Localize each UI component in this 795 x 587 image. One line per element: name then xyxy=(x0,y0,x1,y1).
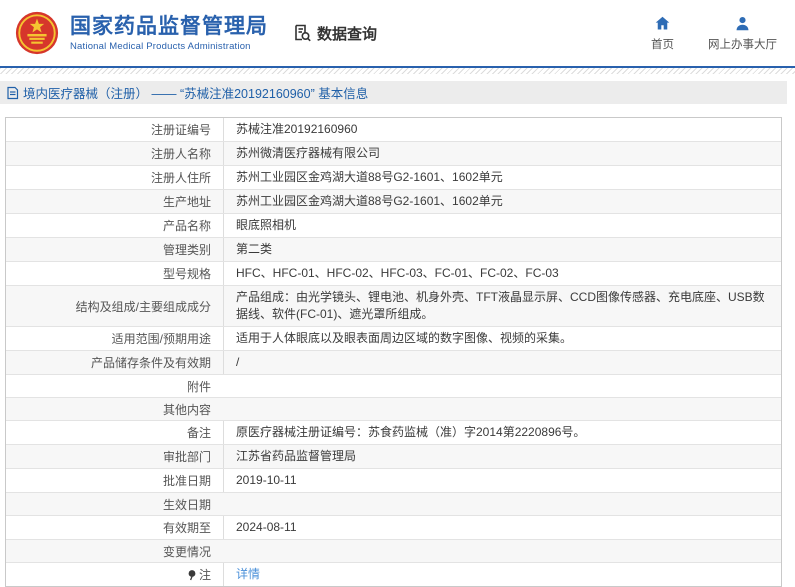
row-label: 审批部门 xyxy=(162,450,211,464)
table-row: 生效日期 xyxy=(6,492,781,515)
data-query-tab[interactable]: 数据查询 xyxy=(292,23,377,44)
row-label: 备注 xyxy=(186,426,211,440)
breadcrumb-text: 境内医疗器械（注册） —— “苏械注准20192160960” 基本信息 xyxy=(23,87,369,101)
row-value: 原医疗器械注册证编号：苏食药监械（准）字2014第2220896号。 xyxy=(223,421,781,444)
table-row: 结构及组成/主要组成成分 产品组成：由光学镜头、锂电池、机身外壳、TFT液晶显示屏… xyxy=(6,285,781,326)
row-value xyxy=(223,493,781,515)
table-row: 注册人名称 苏州微清医疗器械有限公司 xyxy=(6,141,781,165)
row-value: 苏州工业园区金鸡湖大道88号G2-1601、1602单元 xyxy=(223,166,781,189)
table-row: 产品储存条件及有效期 / xyxy=(6,350,781,374)
row-value: 江苏省药品监督管理局 xyxy=(223,445,781,468)
row-label: 附件 xyxy=(186,379,211,394)
national-emblem-icon xyxy=(14,10,60,56)
row-label: 变更情况 xyxy=(162,544,211,559)
row-value xyxy=(223,375,781,397)
table-row: 生产地址 苏州工业园区金鸡湖大道88号G2-1601、1602单元 xyxy=(6,189,781,213)
row-value: 眼底照相机 xyxy=(223,214,781,237)
registration-info-table: 注册证编号 苏械注准20192160960 注册人名称 苏州微清医疗器械有限公司 注册人… xyxy=(5,117,782,587)
table-row: 审批部门 江苏省药品监督管理局 xyxy=(6,444,781,468)
home-icon xyxy=(654,15,671,32)
header-hatch-band xyxy=(0,68,795,74)
table-row: 注册人住所 苏州工业园区金鸡湖大道88号G2-1601、1602单元 xyxy=(6,165,781,189)
row-label: 注册人住所 xyxy=(150,171,211,185)
table-row: 有效期至 2024-08-11 xyxy=(6,515,781,539)
agency-title: 国家药品监督管理局 xyxy=(70,14,268,38)
row-label: 产品储存条件及有效期 xyxy=(90,356,211,370)
row-value: 第二类 xyxy=(223,238,781,261)
row-label: 其他内容 xyxy=(162,402,211,417)
row-value: 适用于人体眼底以及眼表面周边区域的数字图像、视频的采集。 xyxy=(223,327,781,350)
row-label: 有效期至 xyxy=(162,521,211,535)
row-value: 苏州工业园区金鸡湖大道88号G2-1601、1602单元 xyxy=(223,190,781,213)
row-value: 苏械注准20192160960 xyxy=(223,118,781,141)
row-value: / xyxy=(223,351,781,374)
row-value: 苏州微清医疗器械有限公司 xyxy=(223,142,781,165)
breadcrumb: 境内医疗器械（注册） —— “苏械注准20192160960” 基本信息 xyxy=(0,81,787,104)
table-row: 型号规格 HFC、HFC-01、HFC-02、HFC-03、FC-01、FC-02… xyxy=(6,261,781,285)
nav-home-label: 首页 xyxy=(651,38,674,51)
table-row: 注册证编号 苏械注准20192160960 xyxy=(6,118,781,141)
table-row: 备注 原医疗器械注册证编号：苏食药监械（准）字2014第2220896号。 xyxy=(6,420,781,444)
row-value xyxy=(223,540,781,562)
row-value: 2019-10-11 xyxy=(223,469,781,492)
nav-service-hall-label: 网上办事大厅 xyxy=(708,38,777,51)
user-icon xyxy=(734,15,751,32)
agency-logo: 国家药品监督管理局 National Medical Products Admi… xyxy=(14,10,268,56)
row-label: 适用范围/预期用途 xyxy=(111,332,211,346)
nav-service-hall[interactable]: 网上办事大厅 xyxy=(708,15,777,52)
row-label: 型号规格 xyxy=(162,267,211,281)
row-label: 结构及组成/主要组成成分 xyxy=(75,299,211,314)
table-row: 其他内容 xyxy=(6,397,781,420)
row-label: 注册证编号 xyxy=(150,123,211,137)
table-row: 批准日期 2019-10-11 xyxy=(6,468,781,492)
row-value: HFC、HFC-01、HFC-02、HFC-03、FC-01、FC-02、FC-… xyxy=(223,262,781,285)
data-query-label: 数据查询 xyxy=(317,25,378,43)
row-label: 管理类别 xyxy=(162,243,211,257)
agency-subtitle: National Medical Products Administration xyxy=(70,40,251,52)
nav-home[interactable]: 首页 xyxy=(651,15,674,52)
table-row: 产品名称 眼底照相机 xyxy=(6,213,781,237)
table-row: 附件 xyxy=(6,374,781,397)
data-query-icon xyxy=(292,23,312,43)
details-link[interactable]: 详情 xyxy=(236,566,260,583)
row-label: 注 xyxy=(6,563,223,586)
table-row: 适用范围/预期用途 适用于人体眼底以及眼表面周边区域的数字图像、视频的采集。 xyxy=(6,326,781,350)
row-value: 详情 xyxy=(223,563,781,586)
document-icon xyxy=(6,86,19,100)
header-nav: 首页 网上办事大厅 xyxy=(617,15,777,52)
row-label: 注册人名称 xyxy=(150,147,211,161)
header: 国家药品监督管理局 National Medical Products Admi… xyxy=(0,0,795,66)
row-label: 生产地址 xyxy=(162,195,211,209)
table-row: 变更情况 xyxy=(6,539,781,562)
row-label: 产品名称 xyxy=(162,219,211,233)
row-label: 生效日期 xyxy=(162,497,211,512)
row-value: 2024-08-11 xyxy=(223,516,781,539)
row-label: 批准日期 xyxy=(162,474,211,488)
note-pin-icon xyxy=(187,569,197,581)
row-value xyxy=(223,398,781,420)
row-value: 产品组成：由光学镜头、锂电池、机身外壳、TFT液晶显示屏、CCD图像传感器、充电… xyxy=(223,286,781,326)
table-row: 注详情 xyxy=(6,562,781,586)
table-row: 管理类别 第二类 xyxy=(6,237,781,261)
